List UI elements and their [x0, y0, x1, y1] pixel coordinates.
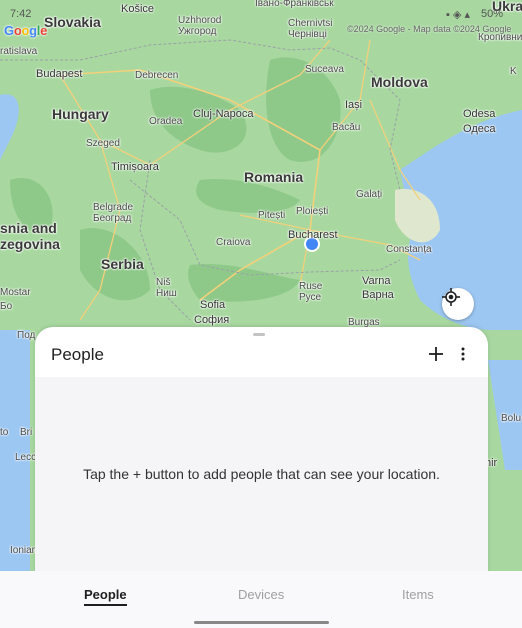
tab-people-label: People [84, 587, 127, 606]
map-label: Galați [356, 189, 383, 200]
map-label: Suceava [305, 64, 344, 75]
map-label: Moldova [371, 74, 428, 90]
map-label: Pitești [258, 210, 286, 221]
add-person-button[interactable] [425, 343, 447, 365]
tab-devices[interactable]: Devices [238, 587, 284, 602]
map-label: София [194, 314, 230, 326]
map-label: Lecc [15, 452, 37, 463]
map-label: Sofia [200, 299, 226, 311]
map-label: zegovina [0, 236, 60, 252]
crosshair-icon [442, 288, 460, 306]
sheet-drag-handle[interactable] [253, 333, 265, 336]
map-label: Slovakia [44, 14, 101, 30]
tab-items-label: Items [402, 587, 434, 602]
map-label: Bolu [501, 413, 522, 424]
status-battery: 50% [481, 8, 504, 20]
tab-people[interactable]: People [84, 587, 127, 606]
map-label: Constanța [386, 244, 432, 255]
map-label: Debrecen [135, 70, 179, 81]
map-attribution: ©2024 Google - Map data ©2024 Google [347, 24, 512, 34]
map-label: Русе [299, 292, 322, 303]
map-label: Ужгород [178, 26, 217, 37]
map-label: Uzhhorod [178, 15, 222, 26]
map-label: Craiova [216, 237, 251, 248]
map-label: Одеса [463, 123, 496, 135]
status-icons: ▪ ◈ ▴ [446, 9, 470, 21]
map-label: Београд [93, 213, 132, 224]
map-label: Bacău [332, 122, 361, 133]
map-label: Mostar [0, 287, 31, 298]
map-label: Serbia [101, 256, 144, 272]
bottom-navigation: People Devices Items [0, 571, 522, 628]
map-label: Ruse [299, 281, 323, 292]
map-label: Івано-Франківськ [255, 0, 334, 9]
map-label: Timișoara [111, 161, 159, 173]
map-label: Varna [362, 275, 391, 287]
map-label: Košice [121, 3, 155, 15]
map-label: Odesa [463, 108, 496, 120]
map-label: Chernivtsi [288, 18, 333, 29]
map-label: snia and [0, 220, 57, 236]
my-location-button[interactable] [442, 288, 474, 320]
sheet-title: People [51, 345, 104, 364]
map-label: Чернівці [288, 29, 327, 40]
map-label: Cluj-Napoca [193, 108, 254, 120]
map-label: Bucharest [288, 229, 338, 241]
plus-icon [429, 347, 443, 361]
map-label: Budapest [36, 68, 83, 80]
tab-devices-label: Devices [238, 587, 285, 602]
map-label: Под [17, 330, 36, 341]
status-time: 7:42 [10, 8, 32, 20]
map-label: Szeged [86, 138, 120, 149]
more-options-button[interactable] [455, 343, 471, 365]
google-logo: Google [4, 23, 48, 38]
map-label: Belgrade [93, 202, 134, 213]
home-gesture-bar[interactable] [194, 621, 329, 624]
map-label: Oradea [149, 116, 183, 127]
map-label: Бо [0, 301, 13, 312]
empty-state-text: Tap the + button to add people that can … [83, 466, 440, 482]
map-label: Ploiești [296, 206, 329, 217]
map-label: ratislava [0, 46, 38, 57]
map-label: Ionian [10, 545, 38, 556]
map-label: Iași [345, 99, 363, 111]
more-vert-icon [461, 347, 465, 361]
tab-items[interactable]: Items [402, 587, 434, 602]
map-label: Niš [156, 277, 171, 288]
people-empty-state: Tap the + button to add people that can … [35, 377, 488, 571]
map-label: Варна [362, 289, 394, 301]
map-label: Hungary [52, 106, 109, 122]
people-sheet: People Tap the + button to add people th… [35, 327, 488, 587]
map-label: Romania [244, 169, 304, 185]
map-label: to [0, 427, 9, 438]
map-label: K [510, 66, 517, 77]
map-label: Ниш [156, 288, 177, 299]
map-label: Bri [20, 427, 33, 438]
